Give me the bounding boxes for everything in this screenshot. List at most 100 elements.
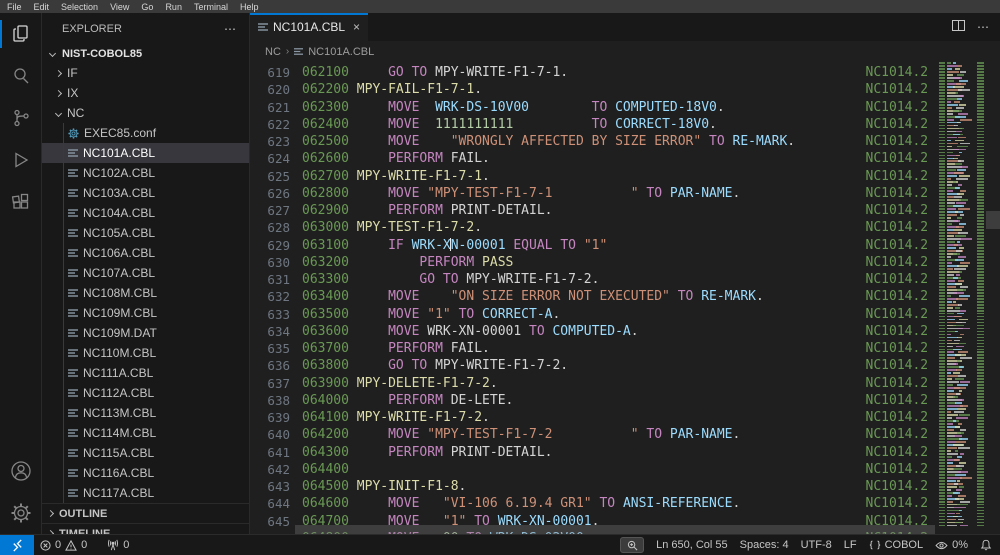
sidebar-item-nc105a-cbl[interactable]: NC105A.CBL bbox=[42, 223, 249, 243]
tab-nc101a[interactable]: NC101A.CBL × bbox=[250, 13, 368, 41]
code-line-638[interactable]: 638064000 PERFORM DE-LETE.NC1014.2 bbox=[250, 392, 935, 409]
menu-terminal[interactable]: Terminal bbox=[194, 2, 228, 12]
indentation-status[interactable]: Spaces: 4 bbox=[734, 535, 795, 555]
sidebar-item-nc108m-cbl[interactable]: NC108M.CBL bbox=[42, 283, 249, 303]
notifications-bell-icon[interactable] bbox=[974, 535, 1000, 555]
sidebar-item-nc112a-cbl[interactable]: NC112A.CBL bbox=[42, 383, 249, 403]
sidebar-item-nc104a-cbl[interactable]: NC104A.CBL bbox=[42, 203, 249, 223]
sidebar-item-nc111a-cbl[interactable]: NC111A.CBL bbox=[42, 363, 249, 383]
code-line-643[interactable]: 643064500 MPY-INIT-F1-8.NC1014.2 bbox=[250, 478, 935, 495]
file-icon bbox=[258, 22, 268, 32]
sidebar-item-nc114m-cbl[interactable]: NC114M.CBL bbox=[42, 423, 249, 443]
line-number: 641 bbox=[250, 444, 290, 461]
extensions-icon[interactable] bbox=[0, 181, 42, 223]
code-line-640[interactable]: 640064200 MOVE "MPY-TEST-F1-7-2 " TO PAR… bbox=[250, 426, 935, 443]
zoom-status-icon[interactable] bbox=[620, 537, 644, 553]
eol-status[interactable]: LF bbox=[838, 535, 863, 555]
code-line-623[interactable]: 623062500 MOVE "WRONGLY AFFECTED BY SIZE… bbox=[250, 133, 935, 150]
code-line-642[interactable]: 642064400NC1014.2 bbox=[250, 461, 935, 478]
line-number: 640 bbox=[250, 426, 290, 443]
code-line-631[interactable]: 631063300 GO TO MPY-WRITE-F1-7-2.NC1014.… bbox=[250, 271, 935, 288]
sidebar-item-nc116a-cbl[interactable]: NC116A.CBL bbox=[42, 463, 249, 483]
tab-close-icon[interactable]: × bbox=[353, 20, 360, 34]
sidebar-folder-ix[interactable]: IX bbox=[42, 83, 249, 103]
horizontal-scrollbar[interactable] bbox=[295, 525, 935, 534]
sidebar-item-nc115a-cbl[interactable]: NC115A.CBL bbox=[42, 443, 249, 463]
sidebar-item-nc103a-cbl[interactable]: NC103A.CBL bbox=[42, 183, 249, 203]
code-line-629[interactable]: 629063100 IF WRK-XN-00001 EQUAL TO "1"NC… bbox=[250, 237, 935, 254]
sidebar-item-nc106a-cbl[interactable]: NC106A.CBL bbox=[42, 243, 249, 263]
search-icon[interactable] bbox=[0, 55, 42, 97]
menu-run[interactable]: Run bbox=[165, 2, 182, 12]
account-icon[interactable] bbox=[0, 450, 42, 492]
code-line-639[interactable]: 639064100 MPY-WRITE-F1-7-2.NC1014.2 bbox=[250, 409, 935, 426]
sidebar-item-nc107a-cbl[interactable]: NC107A.CBL bbox=[42, 263, 249, 283]
sidebar-item-nc110m-cbl[interactable]: NC110M.CBL bbox=[42, 343, 249, 363]
code-line-624[interactable]: 624062600 PERFORM FAIL.NC1014.2 bbox=[250, 150, 935, 167]
code-line-632[interactable]: 632063400 MOVE "ON SIZE ERROR NOT EXECUT… bbox=[250, 288, 935, 305]
sidebar-item-nc113m-cbl[interactable]: NC113M.CBL bbox=[42, 403, 249, 423]
code-line-633[interactable]: 633063500 MOVE "1" TO CORRECT-A.NC1014.2 bbox=[250, 306, 935, 323]
code-line-625[interactable]: 625062700 MPY-WRITE-F1-7-1.NC1014.2 bbox=[250, 168, 935, 185]
remote-indicator[interactable] bbox=[0, 535, 34, 555]
coverage-status[interactable]: 0% bbox=[929, 535, 974, 555]
source-control-icon[interactable] bbox=[0, 97, 42, 139]
menu-help[interactable]: Help bbox=[240, 2, 259, 12]
menu-file[interactable]: File bbox=[7, 2, 22, 12]
timeline-panel[interactable]: TIMELINE bbox=[42, 523, 249, 534]
line-content: 064600 MOVE "VI-106 6.19.4 GR1" TO ANSI-… bbox=[302, 495, 740, 512]
code-line-620[interactable]: 620062200 MPY-FAIL-F1-7-1.NC1014.2 bbox=[250, 81, 935, 98]
ports-status[interactable]: 0 bbox=[101, 535, 135, 555]
language-mode[interactable]: COBOL bbox=[863, 535, 930, 555]
code-line-635[interactable]: 635063700 PERFORM FAIL.NC1014.2 bbox=[250, 340, 935, 357]
line-content: 062200 MPY-FAIL-F1-7-1.NC1014.2 bbox=[302, 81, 482, 98]
settings-gear-icon[interactable] bbox=[0, 492, 42, 534]
code-line-630[interactable]: 630063200 PERFORM PASSNC1014.2 bbox=[250, 254, 935, 271]
sidebar-folder-nc[interactable]: NC bbox=[42, 103, 249, 123]
problems-status[interactable]: 0 0 bbox=[34, 535, 93, 555]
code-area[interactable]: 619062100 GO TO MPY-WRITE-F1-7-1.NC1014.… bbox=[250, 62, 935, 534]
code-line-634[interactable]: 634063600 MOVE WRK-XN-00001 TO COMPUTED-… bbox=[250, 323, 935, 340]
code-line-637[interactable]: 637063900 MPY-DELETE-F1-7-2.NC1014.2 bbox=[250, 375, 935, 392]
sidebar-item-exec85-conf[interactable]: EXEC85.conf bbox=[42, 123, 249, 143]
menu-go[interactable]: Go bbox=[141, 2, 153, 12]
sidebar-item-nc109m-cbl[interactable]: NC109M.CBL bbox=[42, 303, 249, 323]
breadcrumb-folder[interactable]: NC bbox=[265, 46, 281, 58]
menu-view[interactable]: View bbox=[110, 2, 129, 12]
breadcrumb-file[interactable]: NC101A.CBL bbox=[308, 46, 374, 58]
code-line-627[interactable]: 627062900 PERFORM PRINT-DETAIL.NC1014.2 bbox=[250, 202, 935, 219]
encoding-status[interactable]: UTF-8 bbox=[795, 535, 838, 555]
explorer-icon[interactable] bbox=[0, 13, 42, 55]
scrollbar-thumb[interactable] bbox=[986, 211, 1000, 229]
code-line-644[interactable]: 644064600 MOVE "VI-106 6.19.4 GR1" TO AN… bbox=[250, 495, 935, 512]
sidebar-item-nc101a-cbl[interactable]: NC101A.CBL bbox=[42, 143, 249, 163]
explorer-more-icon[interactable]: ⋯ bbox=[224, 22, 237, 36]
line-number: 633 bbox=[250, 306, 290, 323]
code-line-621[interactable]: 621062300 MOVE WRK-DS-10V00 TO COMPUTED-… bbox=[250, 99, 935, 116]
code-line-622[interactable]: 622062400 MOVE 1111111111 TO CORRECT-18V… bbox=[250, 116, 935, 133]
code-line-628[interactable]: 628063000 MPY-TEST-F1-7-2.NC1014.2 bbox=[250, 219, 935, 236]
code-line-626[interactable]: 626062800 MOVE "MPY-TEST-F1-7-1 " TO PAR… bbox=[250, 185, 935, 202]
code-line-619[interactable]: 619062100 GO TO MPY-WRITE-F1-7-1.NC1014.… bbox=[250, 64, 935, 81]
sidebar-item-nc102a-cbl[interactable]: NC102A.CBL bbox=[42, 163, 249, 183]
chevron-down-icon bbox=[49, 49, 56, 56]
sidebar-item-nc109m-dat[interactable]: NC109M.DAT bbox=[42, 323, 249, 343]
run-debug-icon[interactable] bbox=[0, 139, 42, 181]
outline-panel[interactable]: OUTLINE bbox=[42, 503, 249, 523]
sidebar-folder-if[interactable]: IF bbox=[42, 63, 249, 83]
cursor-position[interactable]: Ln 650, Col 55 bbox=[650, 535, 734, 555]
chevron-right-icon bbox=[55, 89, 62, 96]
file-label: NC101A.CBL bbox=[83, 146, 155, 160]
editor-more-icon[interactable]: ⋯ bbox=[977, 20, 990, 34]
sidebar-item-nc117a-cbl[interactable]: NC117A.CBL bbox=[42, 483, 249, 503]
line-number: 645 bbox=[250, 513, 290, 530]
line-number: 624 bbox=[250, 150, 290, 167]
workspace-section-header[interactable]: NIST-COBOL85 bbox=[42, 45, 249, 63]
minimap[interactable] bbox=[935, 62, 986, 534]
code-line-641[interactable]: 641064300 PERFORM PRINT-DETAIL.NC1014.2 bbox=[250, 444, 935, 461]
vertical-scrollbar[interactable] bbox=[986, 62, 1000, 534]
split-editor-icon[interactable] bbox=[952, 18, 965, 36]
menu-edit[interactable]: Edit bbox=[34, 2, 50, 12]
code-line-636[interactable]: 636063800 GO TO MPY-WRITE-F1-7-2.NC1014.… bbox=[250, 357, 935, 374]
menu-selection[interactable]: Selection bbox=[61, 2, 98, 12]
